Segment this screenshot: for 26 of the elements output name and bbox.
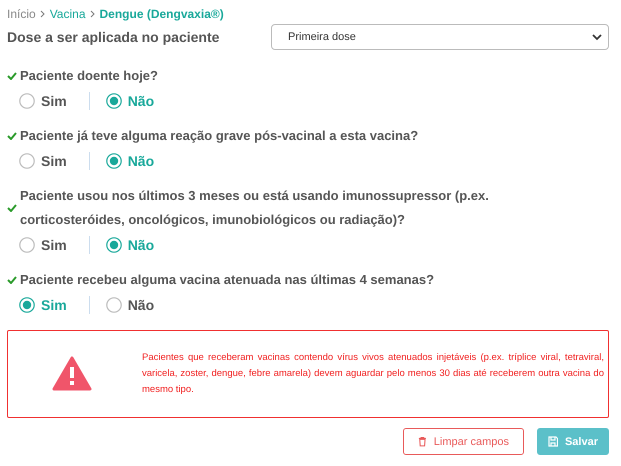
warning-icon [52, 356, 92, 392]
question-text: Paciente usou nos últimos 3 meses ou está usando imunossupressor (p.ex. corticosteróides, oncológicos, imunobiológicos ou radiação)? [20, 187, 490, 229]
chevron-icon [40, 10, 46, 18]
breadcrumb-link[interactable]: Início [7, 7, 36, 21]
save-icon [548, 436, 558, 447]
chevron-down-icon [592, 34, 602, 40]
question-text: Paciente já teve alguma reação grave pós-vacinal a esta vacina? [20, 127, 418, 145]
radio-option[interactable]: Não [106, 93, 154, 109]
question-text: Paciente doente hoje? [20, 67, 158, 85]
clear-button[interactable]: Limpar campos [403, 428, 524, 455]
dose-select[interactable]: Primeira dose [271, 24, 609, 50]
radio-option[interactable]: Sim [19, 153, 67, 169]
trash-icon [418, 436, 427, 447]
breadcrumb-link[interactable]: Dengue (Dengvaxia®) [100, 7, 224, 21]
radio-option[interactable]: Sim [19, 297, 67, 313]
radio-option[interactable]: Não [106, 297, 154, 313]
radio-option[interactable]: Não [106, 237, 154, 253]
radio-option[interactable]: Sim [19, 237, 67, 253]
breadcrumb-link[interactable]: Vacina [50, 7, 86, 21]
chevron-icon [90, 10, 96, 18]
radio-option[interactable]: Sim [19, 93, 67, 109]
radio-option[interactable]: Não [106, 153, 154, 169]
dose-label: Dose a ser aplicada no paciente [7, 29, 220, 45]
save-button[interactable]: Salvar [537, 428, 609, 455]
question-text: Paciente recebeu alguma vacina atenuada nas últimas 4 semanas? [20, 271, 434, 289]
warning-text: Pacientes que receberam vacinas contendo vírus vivos atenuados injetáveis (p.ex. tríplice viral, tetraviral, varicela, zoster, dengue, febre amarela) devem aguardar pelo menos 30 dias até receberem outra vacina do mesmo tipo. [142, 351, 604, 397]
